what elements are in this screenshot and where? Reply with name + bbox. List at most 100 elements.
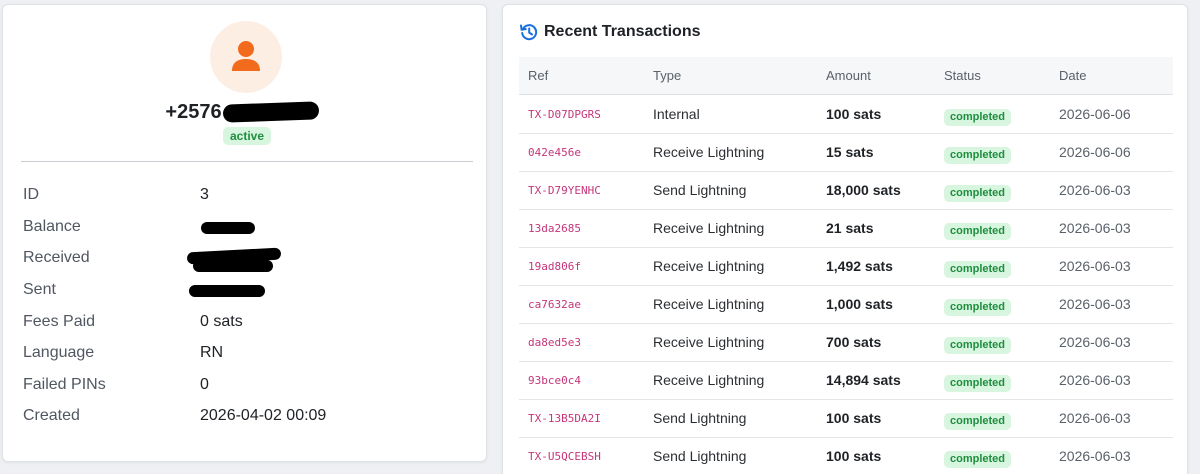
date-cell: 2026-06-03 <box>1059 182 1131 198</box>
status-badge: completed <box>944 223 1012 240</box>
column-header-ref[interactable]: Ref <box>528 57 548 95</box>
status-cell: completed <box>944 449 1012 468</box>
date-cell: 2026-06-03 <box>1059 296 1131 312</box>
date-cell: 2026-06-03 <box>1059 220 1131 236</box>
status-cell: completed <box>944 373 1012 392</box>
avatar <box>210 21 282 93</box>
info-row-balance: Balance <box>23 215 463 239</box>
info-label: ID <box>23 186 39 203</box>
phone-redaction <box>222 101 320 123</box>
ref-cell[interactable]: ca7632ae <box>528 286 581 323</box>
date-cell: 2026-06-03 <box>1059 410 1131 426</box>
status-badge: completed <box>944 337 1012 354</box>
type-cell: Receive Lightning <box>653 144 765 160</box>
info-label: Language <box>23 344 95 361</box>
type-cell: Receive Lightning <box>653 258 765 274</box>
profile-card: +2576 active ID 3 Balance Received Sent … <box>2 4 487 462</box>
phone-text: +2576 <box>165 101 222 123</box>
status-cell: completed <box>944 335 1012 354</box>
column-header-date[interactable]: Date <box>1059 57 1086 95</box>
redaction-mark <box>193 260 273 272</box>
amount-cell: 14,894 sats <box>826 372 901 388</box>
table-row[interactable]: TX-U5QCEBSH Send Lightning 100 sats 2026-06… <box>519 438 1173 474</box>
amount-cell: 100 sats <box>826 106 882 122</box>
type-cell: Receive Lightning <box>653 372 765 388</box>
redaction-mark <box>189 285 265 297</box>
type-cell: Receive Lightning <box>653 296 765 312</box>
info-value: 3 <box>200 186 209 203</box>
status-badge: active <box>223 127 271 145</box>
info-label: Failed PINs <box>23 376 106 393</box>
amount-cell: 100 sats <box>826 448 882 464</box>
column-header-status[interactable]: Status <box>944 57 981 95</box>
status-cell: completed <box>944 411 1012 430</box>
info-label: Created <box>23 407 80 424</box>
info-label: Sent <box>23 281 56 298</box>
info-row-sent: Sent <box>23 278 463 302</box>
info-row-failed-pins: Failed PINs 0 <box>23 373 463 397</box>
amount-cell: 18,000 sats <box>826 182 901 198</box>
info-value: 2026-04-02 00:09 <box>200 407 327 424</box>
type-cell: Internal <box>653 106 700 122</box>
info-row-received: Received <box>23 246 463 272</box>
status-badge: completed <box>944 147 1012 164</box>
ref-cell[interactable]: 19ad806f <box>528 248 581 285</box>
table-row[interactable]: da8ed5e3 Receive Lightning 700 sats 2026-06… <box>519 324 1173 362</box>
transactions-card: Recent Transactions Ref Type Amount Stat… <box>502 4 1188 474</box>
date-cell: 2026-06-03 <box>1059 334 1131 350</box>
status-cell: completed <box>944 145 1012 164</box>
ref-cell[interactable]: 13da2685 <box>528 210 581 247</box>
history-icon <box>520 24 538 41</box>
info-label: Fees Paid <box>23 313 96 330</box>
table-row[interactable]: TX-13B5DA2I Send Lightning 100 sats 2026-06… <box>519 400 1173 438</box>
amount-cell: 1,492 sats <box>826 258 893 274</box>
status-badge: completed <box>944 109 1012 126</box>
info-value: RN <box>200 344 224 361</box>
divider <box>21 161 473 162</box>
status-badge: completed <box>944 413 1012 430</box>
type-cell: Send Lightning <box>653 448 747 464</box>
amount-cell: 700 sats <box>826 334 882 350</box>
amount-cell: 15 sats <box>826 144 874 160</box>
status-badge: completed <box>944 185 1012 202</box>
info-row-fees: Fees Paid 0 sats <box>23 310 463 334</box>
status-cell: completed <box>944 221 1012 240</box>
table-row[interactable]: TX-D79YENHC Send Lightning 18,000 sats 2026… <box>519 172 1173 210</box>
status-badge: completed <box>944 375 1012 392</box>
ref-cell[interactable]: TX-D79YENHC <box>528 172 601 209</box>
table-row[interactable]: TX-D07DPGRS Internal 100 sats 2026-06-06 com… <box>519 96 1173 134</box>
table-row[interactable]: 19ad806f Receive Lightning 1,492 sats 2026-… <box>519 248 1173 286</box>
ref-cell[interactable]: 93bce0c4 <box>528 362 581 399</box>
column-header-amount[interactable]: Amount <box>826 57 871 95</box>
column-header-type[interactable]: Type <box>653 57 681 95</box>
date-cell: 2026-06-06 <box>1059 106 1131 122</box>
table-row[interactable]: 042e456e Receive Lightning 15 sats 2026-06-… <box>519 134 1173 172</box>
info-value: 0 sats <box>200 313 243 330</box>
ref-cell[interactable]: TX-D07DPGRS <box>528 96 601 133</box>
ref-cell[interactable]: da8ed5e3 <box>528 324 581 361</box>
status-cell: completed <box>944 183 1012 202</box>
amount-cell: 1,000 sats <box>826 296 893 312</box>
type-cell: Receive Lightning <box>653 220 765 236</box>
table-header: Ref Type Amount Status Date <box>519 57 1173 95</box>
type-cell: Send Lightning <box>653 182 747 198</box>
amount-cell: 100 sats <box>826 410 882 426</box>
ref-cell[interactable]: TX-U5QCEBSH <box>528 438 601 474</box>
info-row-language: Language RN <box>23 341 463 365</box>
status-badge: completed <box>944 451 1012 468</box>
info-value: 0 <box>200 376 209 393</box>
type-cell: Send Lightning <box>653 410 747 426</box>
status-badge: completed <box>944 299 1012 316</box>
user-icon <box>232 41 260 71</box>
info-label: Balance <box>23 218 81 235</box>
table-row[interactable]: 93bce0c4 Receive Lightning 14,894 sats 2026… <box>519 362 1173 400</box>
type-cell: Receive Lightning <box>653 334 765 350</box>
table-row[interactable]: ca7632ae Receive Lightning 1,000 sats 2026-… <box>519 286 1173 324</box>
amount-cell: 21 sats <box>826 220 874 236</box>
date-cell: 2026-06-03 <box>1059 448 1131 464</box>
ref-cell[interactable]: 042e456e <box>528 134 581 171</box>
phone-number: +2576 <box>3 101 488 124</box>
date-cell: 2026-06-03 <box>1059 372 1131 388</box>
table-row[interactable]: 13da2685 Receive Lightning 21 sats 2026-06-… <box>519 210 1173 248</box>
ref-cell[interactable]: TX-13B5DA2I <box>528 400 601 437</box>
